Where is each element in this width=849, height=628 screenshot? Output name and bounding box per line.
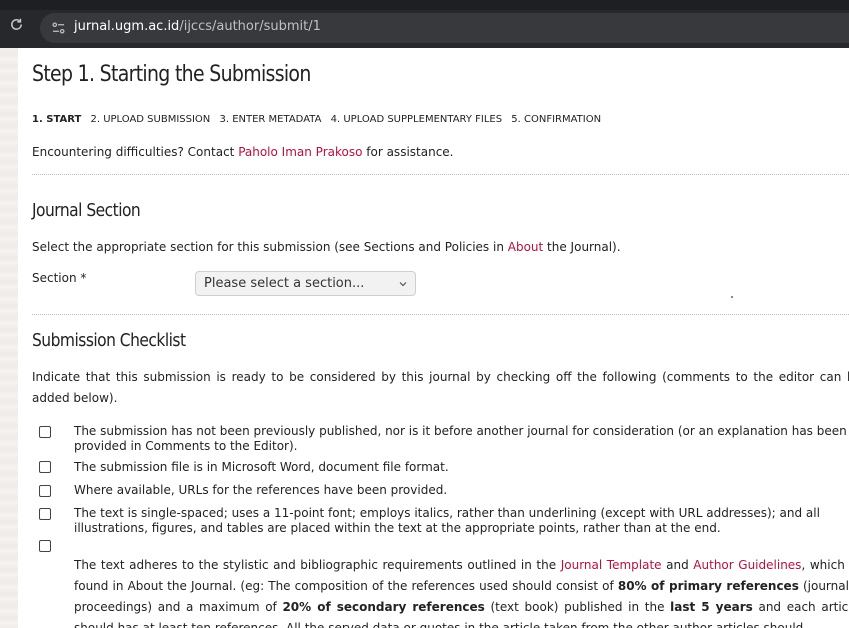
divider — [32, 314, 849, 315]
journal-intro-suffix: the Journal). — [543, 240, 621, 254]
page-title: Step 1. Starting the Submission — [32, 62, 311, 87]
section-select-value: Please select a section... — [204, 276, 365, 291]
checklist-item-2: The submission file is in Microsoft Word… — [74, 460, 449, 474]
left-decoration — [0, 48, 18, 628]
chevron-down-icon — [399, 282, 407, 287]
section-select[interactable]: Please select a section... — [195, 271, 416, 296]
journal-intro-prefix: Select the appropriate section for this … — [32, 240, 508, 254]
stray-dot — [731, 296, 733, 298]
checklist-item-3: Where available, URLs for the references… — [74, 483, 448, 497]
step-navigation: 1. START 2. UPLOAD SUBMISSION 3. ENTER M… — [32, 114, 607, 125]
address-bar[interactable]: jurnal.ugm.ac.id/ijccs/author/submit/1 — [40, 13, 849, 43]
step-3[interactable]: 3. ENTER METADATA — [219, 114, 321, 125]
url-text[interactable]: jurnal.ugm.ac.id/ijccs/author/submit/1 — [74, 19, 321, 34]
browser-toolbar: jurnal.ugm.ac.id/ijccs/author/submit/1 — [0, 0, 849, 48]
step-1: 1. START — [32, 114, 82, 125]
author-guidelines-link[interactable]: Author Guidelines — [693, 558, 801, 572]
journal-section-heading: Journal Section — [32, 200, 141, 221]
checklist-item-1: The submission has not been previously p… — [74, 424, 847, 453]
section-label: Section * — [32, 271, 87, 285]
checklist-checkbox-1[interactable] — [39, 426, 51, 438]
journal-section-intro: Select the appropriate section for this … — [32, 240, 621, 254]
step-4[interactable]: 4. UPLOAD SUPPLEMENTARY FILES — [331, 114, 502, 125]
contact-link[interactable]: Paholo Iman Prakoso — [238, 145, 362, 159]
tab-strip — [0, 0, 849, 10]
checklist-checkbox-4[interactable] — [39, 508, 51, 520]
url-path: /ijccs/author/submit/1 — [179, 19, 321, 34]
item5-text-1: The text adheres to the stylistic and bi… — [74, 558, 561, 572]
difficulty-prefix: Encountering difficulties? Contact — [32, 145, 239, 159]
checklist-checkbox-5[interactable] — [39, 540, 51, 552]
main-content: Step 1. Starting the Submission 1. START… — [18, 48, 849, 628]
checklist-intro: Indicate that this submission is ready t… — [32, 370, 849, 405]
reload-icon[interactable] — [9, 17, 24, 32]
about-link[interactable]: About — [508, 240, 543, 254]
checklist-item-5: The text adheres to the stylistic and bi… — [74, 555, 849, 628]
difficulty-suffix: for assistance. — [362, 145, 454, 159]
difficulty-notice: Encountering difficulties? Contact Pahol… — [32, 145, 453, 159]
checklist-checkbox-3[interactable] — [39, 485, 51, 497]
step-5[interactable]: 5. CONFIRMATION — [511, 114, 601, 125]
divider — [32, 174, 849, 175]
checklist-checkbox-2[interactable] — [39, 461, 51, 473]
page: jurnal.ugm.ac.id/ijccs/author/submit/1 S… — [0, 0, 849, 628]
site-settings-icon[interactable] — [52, 21, 65, 35]
checklist-item-4: The text is single-spaced; uses a 11-poi… — [74, 506, 820, 535]
item5-bold-3: last 5 years — [670, 600, 753, 614]
item5-text-5: (text book) published in the — [484, 600, 671, 614]
journal-template-link[interactable]: Journal Template — [561, 558, 662, 572]
item5-bold-2: 20% of secondary references — [282, 600, 485, 614]
url-host: jurnal.ugm.ac.id — [74, 19, 180, 34]
checklist-heading: Submission Checklist — [32, 330, 186, 351]
item5-bold-1: 80% of primary references — [617, 579, 799, 593]
item5-text-2: and — [661, 558, 694, 572]
step-2[interactable]: 2. UPLOAD SUBMISSION — [90, 114, 210, 125]
